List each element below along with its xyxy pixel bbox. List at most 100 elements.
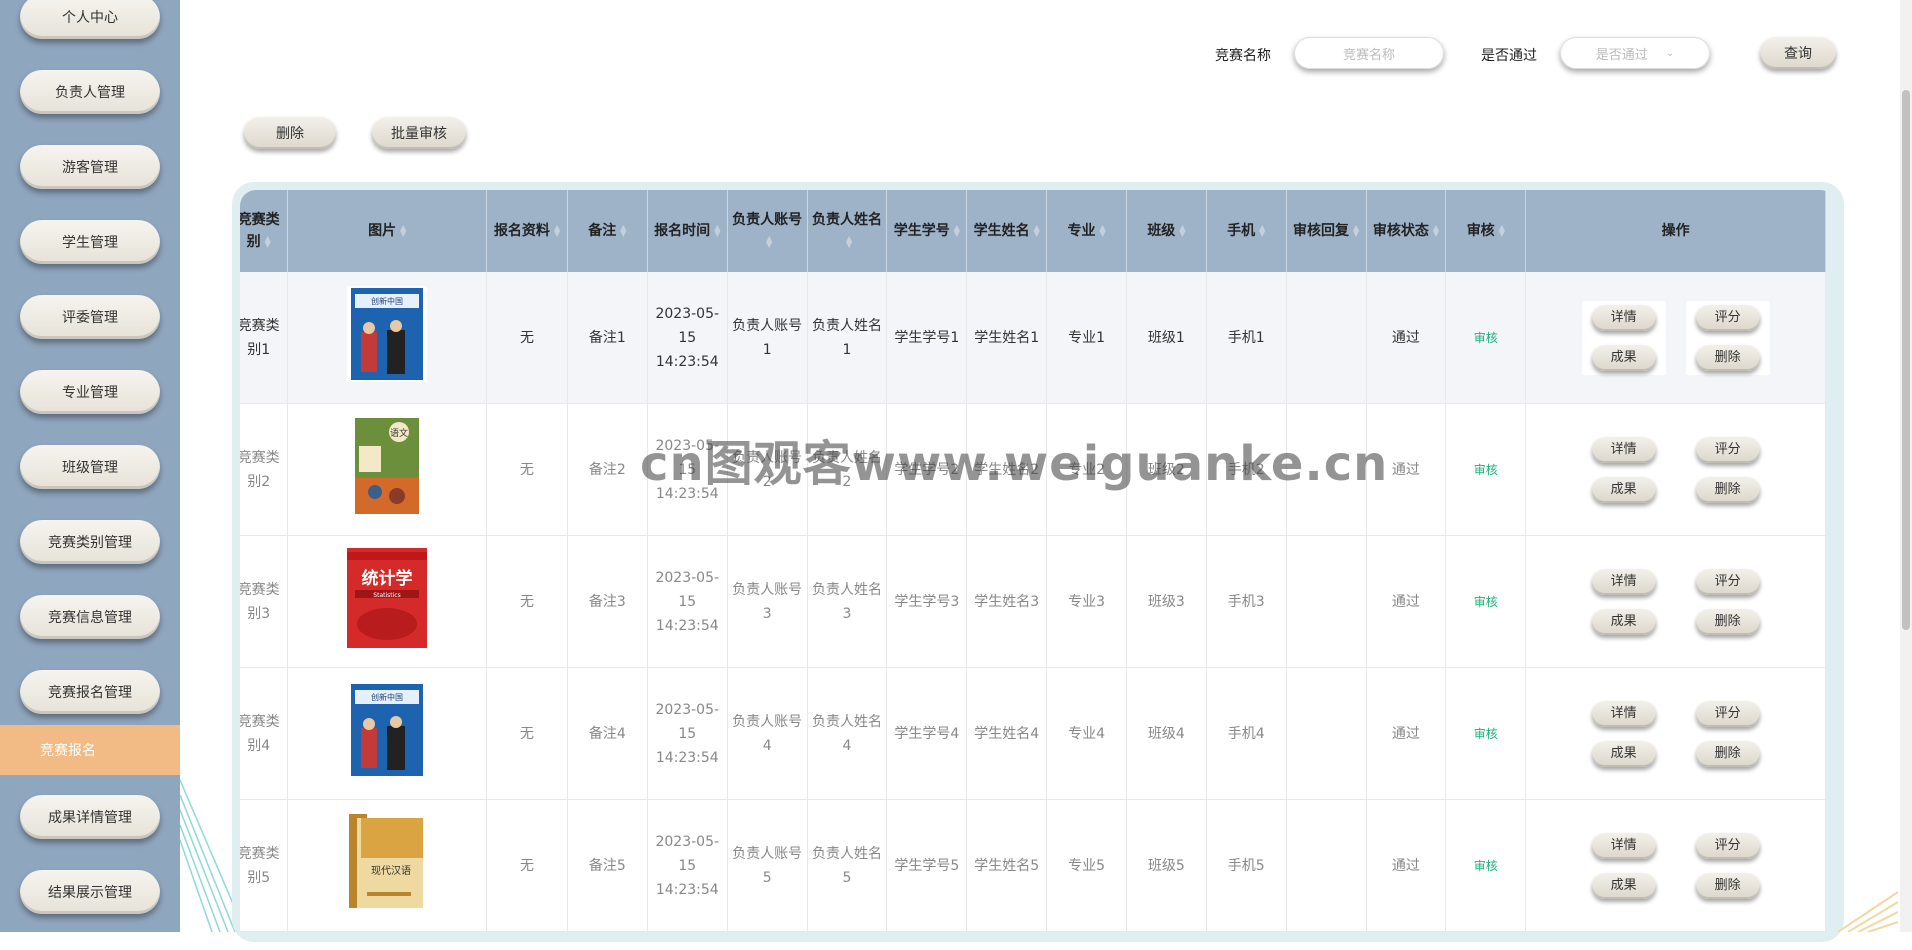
result-button[interactable]: 成果 bbox=[1591, 476, 1656, 503]
detail-button[interactable]: 详情 bbox=[1591, 304, 1656, 331]
query-button[interactable]: 查询 bbox=[1760, 37, 1836, 69]
sort-icon[interactable]: ▲ ▼ bbox=[265, 235, 271, 249]
detail-button[interactable]: 详情 bbox=[1591, 436, 1656, 463]
batch-audit-button[interactable]: 批量审核 bbox=[372, 117, 466, 149]
audit-link[interactable]: 审核 bbox=[1474, 595, 1498, 609]
sidebar-item-6[interactable]: 班级管理 bbox=[20, 445, 160, 489]
result-button[interactable]: 成果 bbox=[1591, 344, 1656, 371]
column-header-13[interactable]: 审核状态 ▲ ▼ bbox=[1366, 190, 1447, 272]
result-button[interactable]: 成果 bbox=[1591, 740, 1656, 767]
sort-icon[interactable]: ▲ ▼ bbox=[1179, 224, 1185, 238]
sidebar-item-3[interactable]: 学生管理 bbox=[20, 220, 160, 264]
result-button[interactable]: 成果 bbox=[1591, 872, 1656, 899]
column-header-5[interactable]: 负责人账号 ▲ ▼ bbox=[727, 190, 808, 272]
table-cell: 竞赛类别5 bbox=[240, 799, 289, 932]
column-header-4[interactable]: 报名时间 ▲ ▼ bbox=[647, 190, 728, 272]
column-header-15[interactable]: 操作 bbox=[1525, 190, 1826, 272]
sort-icon[interactable]: ▲ ▼ bbox=[1034, 224, 1040, 238]
column-header-6[interactable]: 负责人姓名 ▲ ▼ bbox=[807, 190, 888, 272]
table-cell: 竞赛类别1 bbox=[240, 272, 289, 404]
sort-icon[interactable]: ▲ ▼ bbox=[1099, 224, 1105, 238]
sidebar-item-after-0[interactable]: 成果详情管理 bbox=[20, 795, 160, 839]
pass-status-select[interactable]: 是否通过 ⌄ bbox=[1560, 37, 1710, 69]
table-row[interactable]: 竞赛类别2 语文无 备注2 2023-05-15 14:23:54 负责人账号2 负责人姓… bbox=[240, 403, 1826, 536]
book-cover-image[interactable]: 统计学 Statistics bbox=[347, 547, 428, 656]
row-delete-button[interactable]: 删除 bbox=[1695, 872, 1760, 899]
table-row[interactable]: 竞赛类别3 统计学 Statistics 无 备注3 2023-05-15 14:23:5… bbox=[240, 535, 1826, 668]
sort-icon[interactable]: ▲ ▼ bbox=[554, 224, 560, 238]
delete-button[interactable]: 删除 bbox=[244, 117, 336, 149]
sort-icon[interactable]: ▲ ▼ bbox=[1499, 224, 1505, 238]
sort-icon[interactable]: ▲ ▼ bbox=[1353, 224, 1359, 238]
sidebar-item-7[interactable]: 竞赛类别管理 bbox=[20, 520, 160, 564]
result-button[interactable]: 成果 bbox=[1591, 608, 1656, 635]
sidebar-item-after-1[interactable]: 结果展示管理 bbox=[20, 870, 160, 914]
table-row[interactable]: 竞赛类别4 创新中国无 备注4 2023-05-15 14:23:54 负责人账号4 负责… bbox=[240, 667, 1826, 800]
score-button[interactable]: 评分 bbox=[1695, 700, 1760, 727]
column-header-10[interactable]: 班级 ▲ ▼ bbox=[1126, 190, 1207, 272]
book-cover-image[interactable]: 创新中国 bbox=[347, 285, 428, 390]
column-header-label: 报名资料 bbox=[493, 223, 550, 239]
audit-link[interactable]: 审核 bbox=[1474, 463, 1498, 477]
book-cover-image[interactable]: 现代汉语 bbox=[347, 811, 428, 920]
score-button[interactable]: 评分 bbox=[1695, 568, 1760, 595]
table-cell bbox=[1286, 535, 1367, 668]
scrollbar-thumb[interactable] bbox=[1902, 90, 1910, 630]
sidebar-item-active[interactable]: 竞赛报名 bbox=[0, 725, 180, 775]
cell-text-class: 班级3 bbox=[1147, 593, 1185, 610]
column-header-12[interactable]: 审核回复 ▲ ▼ bbox=[1286, 190, 1367, 272]
column-header-9[interactable]: 专业 ▲ ▼ bbox=[1046, 190, 1127, 272]
column-header-11[interactable]: 手机 ▲ ▼ bbox=[1206, 190, 1287, 272]
sort-icon[interactable]: ▲ ▼ bbox=[1433, 224, 1439, 238]
audit-link[interactable]: 审核 bbox=[1474, 331, 1498, 345]
table-row[interactable]: 竞赛类别1 创新中国无 备注1 2023-05-15 14:23:54 负责人账号1 负责… bbox=[240, 272, 1826, 404]
audit-link[interactable]: 审核 bbox=[1474, 727, 1498, 741]
row-delete-button[interactable]: 删除 bbox=[1695, 608, 1760, 635]
book-cover-image[interactable]: 创新中国 bbox=[347, 681, 428, 786]
sidebar-item-0[interactable]: 个人中心 bbox=[20, 0, 160, 39]
sidebar-item-5[interactable]: 专业管理 bbox=[20, 370, 160, 414]
action-column: 评分 删除 bbox=[1686, 697, 1770, 771]
row-delete-button[interactable]: 删除 bbox=[1695, 344, 1760, 371]
table-cell: 学生学号5 bbox=[886, 799, 968, 932]
score-button[interactable]: 评分 bbox=[1695, 304, 1760, 331]
sidebar-item-1[interactable]: 负责人管理 bbox=[20, 70, 160, 114]
table-cell: 通过 bbox=[1366, 799, 1447, 932]
table-cell: 学生姓名4 bbox=[966, 667, 1048, 800]
sort-icon[interactable]: ▲ ▼ bbox=[1259, 224, 1265, 238]
column-header-label: 审核回复 bbox=[1293, 223, 1349, 239]
detail-button[interactable]: 详情 bbox=[1591, 568, 1656, 595]
action-column: 详情 成果 bbox=[1582, 829, 1666, 903]
sort-icon[interactable]: ▲ ▼ bbox=[714, 224, 720, 238]
table-cell: 通过 bbox=[1366, 272, 1447, 404]
competition-name-input[interactable]: 竞赛名称 bbox=[1294, 37, 1444, 69]
column-header-2[interactable]: 报名资料 ▲ ▼ bbox=[486, 190, 568, 272]
column-header-0[interactable]: 竞赛类别 ▲ ▼ bbox=[240, 190, 289, 272]
page-scrollbar[interactable] bbox=[1900, 0, 1912, 932]
sort-icon[interactable]: ▲ ▼ bbox=[400, 224, 406, 238]
row-delete-button[interactable]: 删除 bbox=[1695, 476, 1760, 503]
sidebar-item-4[interactable]: 评委管理 bbox=[20, 295, 160, 339]
score-button[interactable]: 评分 bbox=[1695, 436, 1760, 463]
sort-icon[interactable]: ▲ ▼ bbox=[766, 235, 772, 249]
detail-button[interactable]: 详情 bbox=[1591, 832, 1656, 859]
column-header-3[interactable]: 备注 ▲ ▼ bbox=[567, 190, 648, 272]
sort-icon[interactable]: ▲ ▼ bbox=[620, 224, 626, 238]
sidebar-item-9[interactable]: 竞赛报名管理 bbox=[20, 670, 160, 714]
audit-link[interactable]: 审核 bbox=[1474, 859, 1498, 873]
detail-button[interactable]: 详情 bbox=[1591, 700, 1656, 727]
column-header-1[interactable]: 图片 ▲ ▼ bbox=[287, 190, 488, 272]
table-row[interactable]: 竞赛类别5 现代汉语 无 备注5 2023-05-15 14:23:54 负责人账号5 负责… bbox=[240, 799, 1826, 932]
score-button[interactable]: 评分 bbox=[1695, 832, 1760, 859]
table-cell: 学生学号3 bbox=[886, 535, 968, 668]
sidebar-item-8[interactable]: 竞赛信息管理 bbox=[20, 595, 160, 639]
table-cell: 2023-05-15 14:23:54 bbox=[647, 667, 728, 800]
sidebar-item-2[interactable]: 游客管理 bbox=[20, 145, 160, 189]
sort-icon[interactable]: ▲ ▼ bbox=[954, 224, 960, 238]
book-cover-image[interactable]: 语文 bbox=[355, 417, 420, 522]
column-header-8[interactable]: 学生姓名 ▲ ▼ bbox=[966, 190, 1048, 272]
row-delete-button[interactable]: 删除 bbox=[1695, 740, 1760, 767]
sort-icon[interactable]: ▲ ▼ bbox=[846, 235, 852, 249]
column-header-14[interactable]: 审核 ▲ ▼ bbox=[1445, 190, 1527, 272]
column-header-7[interactable]: 学生学号 ▲ ▼ bbox=[886, 190, 968, 272]
